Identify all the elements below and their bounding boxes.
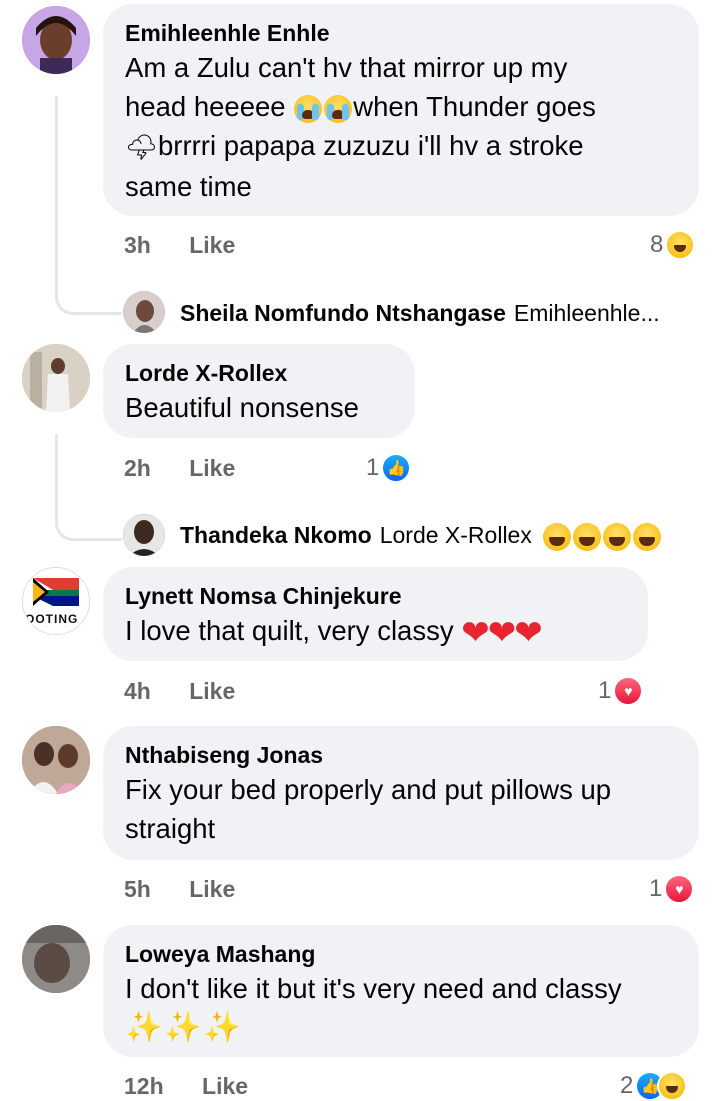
sparkles-icon: ✨ bbox=[203, 1011, 242, 1044]
reaction-summary[interactable]: 1 👍 bbox=[366, 453, 412, 483]
avatar[interactable] bbox=[22, 344, 90, 412]
comment-time[interactable]: 5h bbox=[124, 876, 151, 902]
crying-face-icon bbox=[324, 94, 353, 123]
avatar-text: OOTING bbox=[25, 612, 79, 626]
comment-meta: 5h Like bbox=[124, 876, 235, 903]
comment-author[interactable]: Loweya Mashang bbox=[125, 939, 677, 969]
haha-icon bbox=[657, 1071, 688, 1101]
reply-author[interactable]: Thandeka Nkomo bbox=[180, 522, 372, 548]
like-button[interactable]: Like bbox=[202, 1073, 248, 1099]
thunder-cloud-icon: 🌩 bbox=[125, 132, 159, 163]
avatar[interactable] bbox=[22, 6, 90, 74]
comment-text: Fix your bed properly and put pillows up… bbox=[125, 774, 612, 844]
avatar[interactable] bbox=[22, 925, 90, 993]
comment-text: Am a Zulu can't hv that mirror up my hea… bbox=[125, 52, 596, 203]
like-button[interactable]: Like bbox=[189, 455, 235, 481]
heart-icon: ❤ bbox=[487, 613, 517, 652]
comment-bubble: Emihleenhle Enhle Am a Zulu can't hv tha… bbox=[103, 4, 699, 216]
comment-time[interactable]: 2h bbox=[124, 455, 151, 481]
profile-photo-icon bbox=[22, 726, 90, 794]
reaction-count: 1 bbox=[366, 454, 380, 481]
comment-bubble: Loweya Mashang I don't like it but it's … bbox=[103, 925, 699, 1057]
profile-photo-icon bbox=[22, 344, 90, 412]
comment-author[interactable]: Emihleenhle Enhle bbox=[125, 18, 677, 48]
like-button[interactable]: Like bbox=[189, 876, 235, 902]
comment-time[interactable]: 12h bbox=[124, 1073, 164, 1099]
profile-photo-icon bbox=[123, 291, 165, 333]
rolling-laughing-icon bbox=[542, 522, 662, 551]
comment-meta: 4h Like bbox=[124, 678, 235, 705]
like-icon: 👍 bbox=[381, 453, 412, 483]
comment-meta: 2h Like bbox=[124, 455, 235, 482]
comment-meta: 3h Like bbox=[124, 232, 235, 259]
reaction-count: 8 bbox=[650, 231, 664, 258]
profile-photo-icon bbox=[123, 514, 165, 556]
reply-preview[interactable]: Thandeka Nkomo Lorde X-Rollex bbox=[180, 522, 662, 551]
reaction-summary[interactable]: 1 ♥ bbox=[649, 874, 695, 904]
avatar[interactable]: OOTING bbox=[22, 567, 90, 635]
comment-author[interactable]: Lorde X-Rollex bbox=[125, 358, 393, 388]
avatar[interactable] bbox=[123, 291, 165, 333]
avatar[interactable] bbox=[22, 726, 90, 794]
comment-time[interactable]: 3h bbox=[124, 232, 151, 258]
reply-author[interactable]: Sheila Nomfundo Ntshangase bbox=[180, 300, 506, 326]
comment-author[interactable]: Nthabiseng Jonas bbox=[125, 740, 677, 770]
reaction-summary[interactable]: 2 👍 bbox=[620, 1071, 688, 1101]
comment-text: Beautiful nonsense bbox=[125, 392, 359, 423]
reply-text: Emihleenhle... bbox=[513, 300, 660, 326]
like-button[interactable]: Like bbox=[189, 678, 235, 704]
haha-icon bbox=[665, 230, 696, 260]
sparkles-icon: ✨ bbox=[164, 1011, 202, 1044]
comment-author[interactable]: Lynett Nomsa Chinjekure bbox=[125, 581, 626, 611]
love-icon: ♥ bbox=[613, 676, 644, 706]
profile-photo-icon bbox=[22, 6, 90, 74]
profile-photo-icon bbox=[22, 925, 90, 993]
comment-text: I love that quilt, very classy ❤❤❤ bbox=[125, 613, 543, 652]
like-button[interactable]: Like bbox=[189, 232, 235, 258]
heart-icon: ❤ bbox=[514, 613, 543, 652]
heart-icon: ❤ bbox=[461, 613, 490, 652]
comment-text: I don't like it but it's very need and c… bbox=[125, 973, 622, 1044]
comment-bubble: Lorde X-Rollex Beautiful nonsense bbox=[103, 344, 415, 438]
comment-time[interactable]: 4h bbox=[124, 678, 151, 704]
love-icon: ♥ bbox=[664, 874, 695, 904]
comment-bubble: Lynett Nomsa Chinjekure I love that quil… bbox=[103, 567, 648, 661]
reaction-summary[interactable]: 1 ♥ bbox=[598, 676, 644, 706]
crying-face-icon bbox=[294, 94, 323, 123]
reaction-count: 1 bbox=[598, 677, 612, 704]
comment-bubble: Nthabiseng Jonas Fix your bed properly a… bbox=[103, 726, 699, 860]
reaction-count: 1 bbox=[649, 875, 663, 902]
thread-connector bbox=[55, 434, 122, 541]
sparkles-icon: ✨ bbox=[125, 1011, 163, 1044]
reply-preview[interactable]: Sheila Nomfundo Ntshangase Emihleenhle... bbox=[180, 300, 660, 327]
avatar[interactable] bbox=[123, 514, 165, 556]
reaction-summary[interactable]: 8 bbox=[650, 230, 696, 260]
reply-text: Lorde X-Rollex bbox=[379, 522, 532, 548]
